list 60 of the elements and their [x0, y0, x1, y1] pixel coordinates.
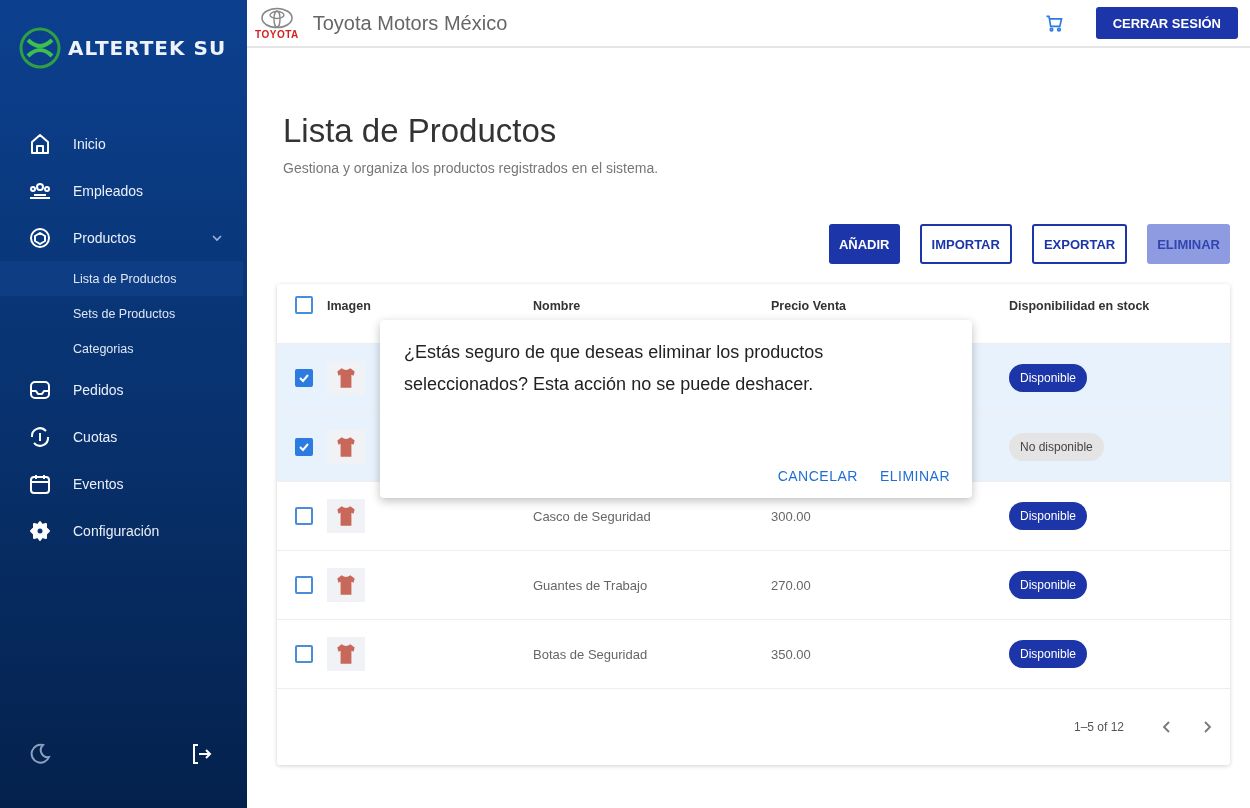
status-chip: Disponible: [1009, 502, 1088, 530]
tshirt-icon: [327, 361, 365, 395]
nav-item[interactable]: Pedidos: [0, 366, 247, 413]
table-cell: 350.00: [771, 647, 811, 662]
logo-text: TOYOTA: [255, 28, 299, 40]
action-button[interactable]: IMPORTAR: [919, 224, 1012, 264]
chevron-left-icon[interactable]: [1162, 720, 1172, 734]
checkbox[interactable]: [295, 645, 313, 663]
table-row[interactable]: Botas de Seguridad 350.00 Disponible: [277, 620, 1230, 689]
action-button[interactable]: AÑADIR: [828, 224, 900, 264]
checkbox[interactable]: [295, 438, 313, 456]
check-icon: [298, 372, 310, 384]
sub-nav-item[interactable]: Categorias: [0, 331, 243, 366]
nav-item[interactable]: Inicio: [0, 120, 247, 167]
page-subtitle: Gestiona y organiza los productos registrados en el sistema.: [283, 160, 660, 176]
column-header: Disponibilidad en stock: [1009, 299, 1150, 313]
status-chip: No disponible: [1009, 433, 1104, 461]
table-cell: 270.00: [771, 578, 811, 593]
column-header: Imagen: [327, 299, 371, 313]
column-header: Precio Venta: [771, 299, 847, 313]
nav-item[interactable]: Configuración: [0, 507, 247, 554]
box-icon: [28, 225, 52, 250]
status-chip: Disponible: [1009, 640, 1088, 668]
status-chip: Disponible: [1009, 571, 1088, 599]
logo-icon: [18, 26, 62, 70]
brand-name: ALTERTEK SU: [68, 36, 227, 60]
table-cell: 300.00: [771, 509, 811, 524]
check-icon: [298, 441, 310, 453]
emblem-icon: [259, 6, 294, 29]
logout-button[interactable]: CERRAR SESIÓN: [1095, 7, 1238, 39]
checkbox[interactable]: [295, 576, 313, 594]
home-icon: [28, 131, 52, 156]
tshirt-icon: [327, 430, 365, 464]
nav-item[interactable]: Eventos: [0, 460, 247, 507]
gear-icon: [28, 518, 52, 543]
pagination-text: 1–5 of 12: [1073, 720, 1124, 734]
sub-nav-item[interactable]: Sets de Productos: [0, 296, 243, 331]
moon-icon[interactable]: [28, 742, 52, 766]
table-cell: Guantes de Trabajo: [533, 578, 648, 593]
tshirt-icon: [327, 568, 365, 602]
table-cell: Casco de Seguridad: [533, 509, 651, 524]
checkbox[interactable]: [295, 296, 313, 314]
chevron-right-icon[interactable]: [1202, 720, 1212, 734]
action-button[interactable]: EXPORTAR: [1031, 224, 1128, 264]
cycle-icon: [28, 424, 52, 449]
tshirt-icon: [327, 499, 365, 533]
nav-item[interactable]: Productos: [0, 214, 247, 261]
table-cell: Botas de Seguridad: [533, 647, 648, 662]
checkbox[interactable]: [295, 507, 313, 525]
dialog-message: ¿Estás seguro de que deseas eliminar los productos seleccionados? Esta acción no se puede deshacer.: [404, 341, 825, 396]
tshirt-icon: [327, 637, 365, 671]
nav-item[interactable]: Empleados: [0, 167, 247, 214]
company-name: Toyota Motors México: [312, 11, 508, 35]
column-header: Nombre: [533, 299, 581, 313]
nav-item[interactable]: Cuotas: [0, 413, 247, 460]
page-title: Lista de Productos: [283, 112, 558, 150]
sub-nav-item[interactable]: Lista de Productos: [0, 261, 243, 296]
status-chip: Disponible: [1009, 364, 1088, 392]
checkbox[interactable]: [295, 369, 313, 387]
table-row[interactable]: Guantes de Trabajo 270.00 Disponible: [277, 551, 1230, 620]
